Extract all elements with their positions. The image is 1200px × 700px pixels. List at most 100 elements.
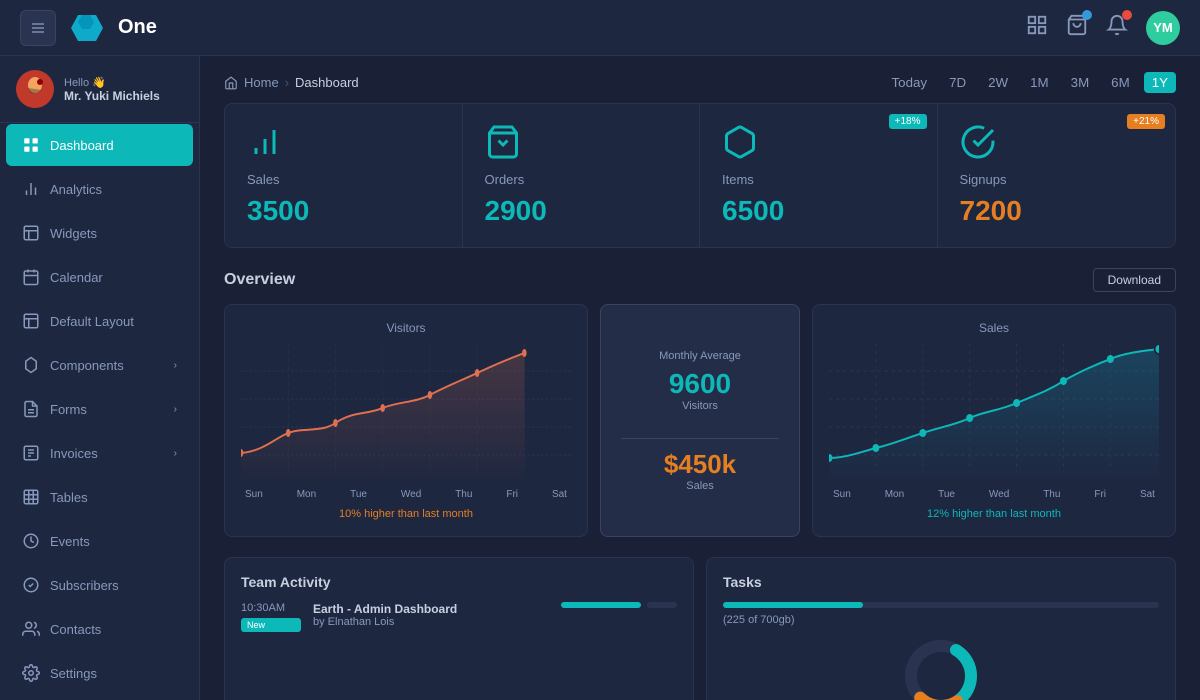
sidebar-item-contacts[interactable]: Contacts	[6, 608, 193, 650]
user-avatar-top[interactable]: YM	[1146, 11, 1180, 45]
stat-card-signups: +21% Signups 7200	[938, 104, 1176, 247]
time-btn-today[interactable]: Today	[884, 72, 936, 93]
activity-sub: by Elnathan Lois	[313, 616, 457, 628]
activity-progress-bar	[561, 602, 641, 608]
sidebar-item-invoices[interactable]: Invoices ›	[6, 432, 193, 474]
stat-label-signups: Signups	[960, 172, 1154, 187]
visitors-chart-box: Visitors	[224, 304, 588, 537]
task-progress-label: (225 of 700gb)	[723, 614, 1159, 626]
stat-header-signups	[960, 124, 1154, 160]
monthly-avg-label: Monthly Average	[659, 350, 741, 362]
stat-label-orders: Orders	[485, 172, 678, 187]
main-layout: Hello 👋 Mr. Yuki Michiels Dashboard Anal…	[0, 56, 1200, 700]
items-badge: +18%	[889, 114, 927, 129]
stat-card-sales: Sales 3500	[225, 104, 463, 247]
task-progress-fill	[723, 602, 863, 608]
stat-label-items: Items	[722, 172, 915, 187]
overview-title: Overview	[224, 271, 295, 289]
stat-header-orders	[485, 124, 678, 160]
activity-item: 10:30AM New Earth - Admin Dashboard by E…	[241, 602, 677, 632]
time-btn-1y[interactable]: 1Y	[1144, 72, 1176, 93]
tasks-section: Tasks (225 of 700gb)	[706, 557, 1176, 700]
monthly-avg-visitors-label: Visitors	[682, 400, 718, 412]
sidebar-item-subscribers[interactable]: Subscribers	[6, 564, 193, 606]
activity-progress	[561, 602, 677, 608]
overview-header: Overview Download	[224, 268, 1176, 292]
stat-card-orders: Orders 2900	[463, 104, 701, 247]
tasks-title: Tasks	[723, 574, 1159, 590]
tasks-chart-area	[723, 636, 1159, 700]
time-btn-6m[interactable]: 6M	[1103, 72, 1138, 93]
sidebar: Hello 👋 Mr. Yuki Michiels Dashboard Anal…	[0, 56, 200, 700]
stat-header-sales	[247, 124, 440, 160]
sales-chart-note: 12% higher than last month	[829, 508, 1159, 520]
download-button[interactable]: Download	[1093, 268, 1176, 292]
sidebar-label-invoices: Invoices	[50, 446, 98, 461]
notification-icon[interactable]	[1106, 14, 1128, 41]
sales-chart-box: Sales	[812, 304, 1176, 537]
time-btn-3m[interactable]: 3M	[1063, 72, 1098, 93]
topbar: One YM	[0, 0, 1200, 56]
overview-section: Overview Download Visitors	[224, 268, 1176, 537]
sidebar-item-analytics[interactable]: Analytics	[6, 168, 193, 210]
team-activity-title: Team Activity	[241, 574, 677, 590]
activity-title: Earth - Admin Dashboard	[313, 602, 457, 616]
activity-progress-bg	[647, 602, 677, 608]
stat-header-items	[722, 124, 915, 160]
logo-icon	[68, 9, 106, 47]
sidebar-item-events[interactable]: Events	[6, 520, 193, 562]
new-badge: New	[241, 618, 301, 632]
sidebar-label-calendar: Calendar	[50, 270, 103, 285]
app-title: One	[118, 16, 157, 39]
components-arrow: ›	[174, 360, 177, 371]
sidebar-item-tables[interactable]: Tables	[6, 476, 193, 518]
time-btn-2w[interactable]: 2W	[980, 72, 1016, 93]
stat-label-sales: Sales	[247, 172, 440, 187]
cart-icon[interactable]	[1066, 14, 1088, 41]
team-activity-section: Team Activity 10:30AM New Earth - Admin …	[224, 557, 694, 700]
invoices-arrow: ›	[174, 448, 177, 459]
activity-content: Earth - Admin Dashboard by Elnathan Lois	[313, 602, 457, 628]
sidebar-label-forms: Forms	[50, 402, 87, 417]
sidebar-item-calendar[interactable]: Calendar	[6, 256, 193, 298]
stat-value-sales: 3500	[247, 195, 440, 227]
sidebar-label-components: Components	[50, 358, 124, 373]
monthly-avg-visitors-value: 9600	[669, 368, 731, 400]
sales-chart-days: SunMonTueWedThuFriSat	[829, 489, 1159, 500]
time-btn-7d[interactable]: 7D	[941, 72, 974, 93]
breadcrumb: Home › Dashboard	[224, 75, 359, 90]
breadcrumb-current: Dashboard	[295, 75, 359, 90]
user-info: Hello 👋 Mr. Yuki Michiels	[64, 76, 160, 103]
monthly-sales-label: Sales	[686, 480, 714, 492]
sidebar-item-widgets[interactable]: Widgets	[6, 212, 193, 254]
sales-icon	[247, 124, 283, 160]
activity-time: 10:30AM New	[241, 602, 301, 632]
hamburger-button[interactable]	[20, 10, 56, 46]
time-filters: Today 7D 2W 1M 3M 6M 1Y	[884, 72, 1176, 93]
visitors-chart-svg-wrap	[241, 343, 571, 483]
sidebar-item-dashboard[interactable]: Dashboard	[6, 124, 193, 166]
visitors-chart-svg	[241, 343, 571, 483]
time-btn-1m[interactable]: 1M	[1022, 72, 1057, 93]
breadcrumb-home[interactable]: Home	[244, 75, 279, 90]
breadcrumb-sep: ›	[285, 75, 289, 90]
monthly-sales-value: $450k	[664, 449, 736, 480]
sidebar-label-analytics: Analytics	[50, 182, 102, 197]
sidebar-item-forms[interactable]: Forms ›	[6, 388, 193, 430]
stat-value-items: 6500	[722, 195, 915, 227]
visitors-chart-note: 10% higher than last month	[241, 508, 571, 520]
grid-icon[interactable]	[1026, 14, 1048, 41]
sidebar-item-components[interactable]: Components ›	[6, 344, 193, 386]
sidebar-item-default-layout[interactable]: Default Layout	[6, 300, 193, 342]
charts-row: Visitors	[224, 304, 1176, 537]
sidebar-label-events: Events	[50, 534, 90, 549]
sales-chart-title: Sales	[829, 321, 1159, 335]
sales-chart-svg	[829, 343, 1159, 483]
stat-value-orders: 2900	[485, 195, 678, 227]
sidebar-item-settings[interactable]: Settings	[6, 652, 193, 694]
signups-icon	[960, 124, 996, 160]
main-content: Home › Dashboard Today 7D 2W 1M 3M 6M 1Y	[200, 56, 1200, 700]
sidebar-label-dashboard: Dashboard	[50, 138, 114, 153]
breadcrumb-bar: Home › Dashboard Today 7D 2W 1M 3M 6M 1Y	[200, 56, 1200, 103]
notification-badge	[1122, 10, 1132, 20]
